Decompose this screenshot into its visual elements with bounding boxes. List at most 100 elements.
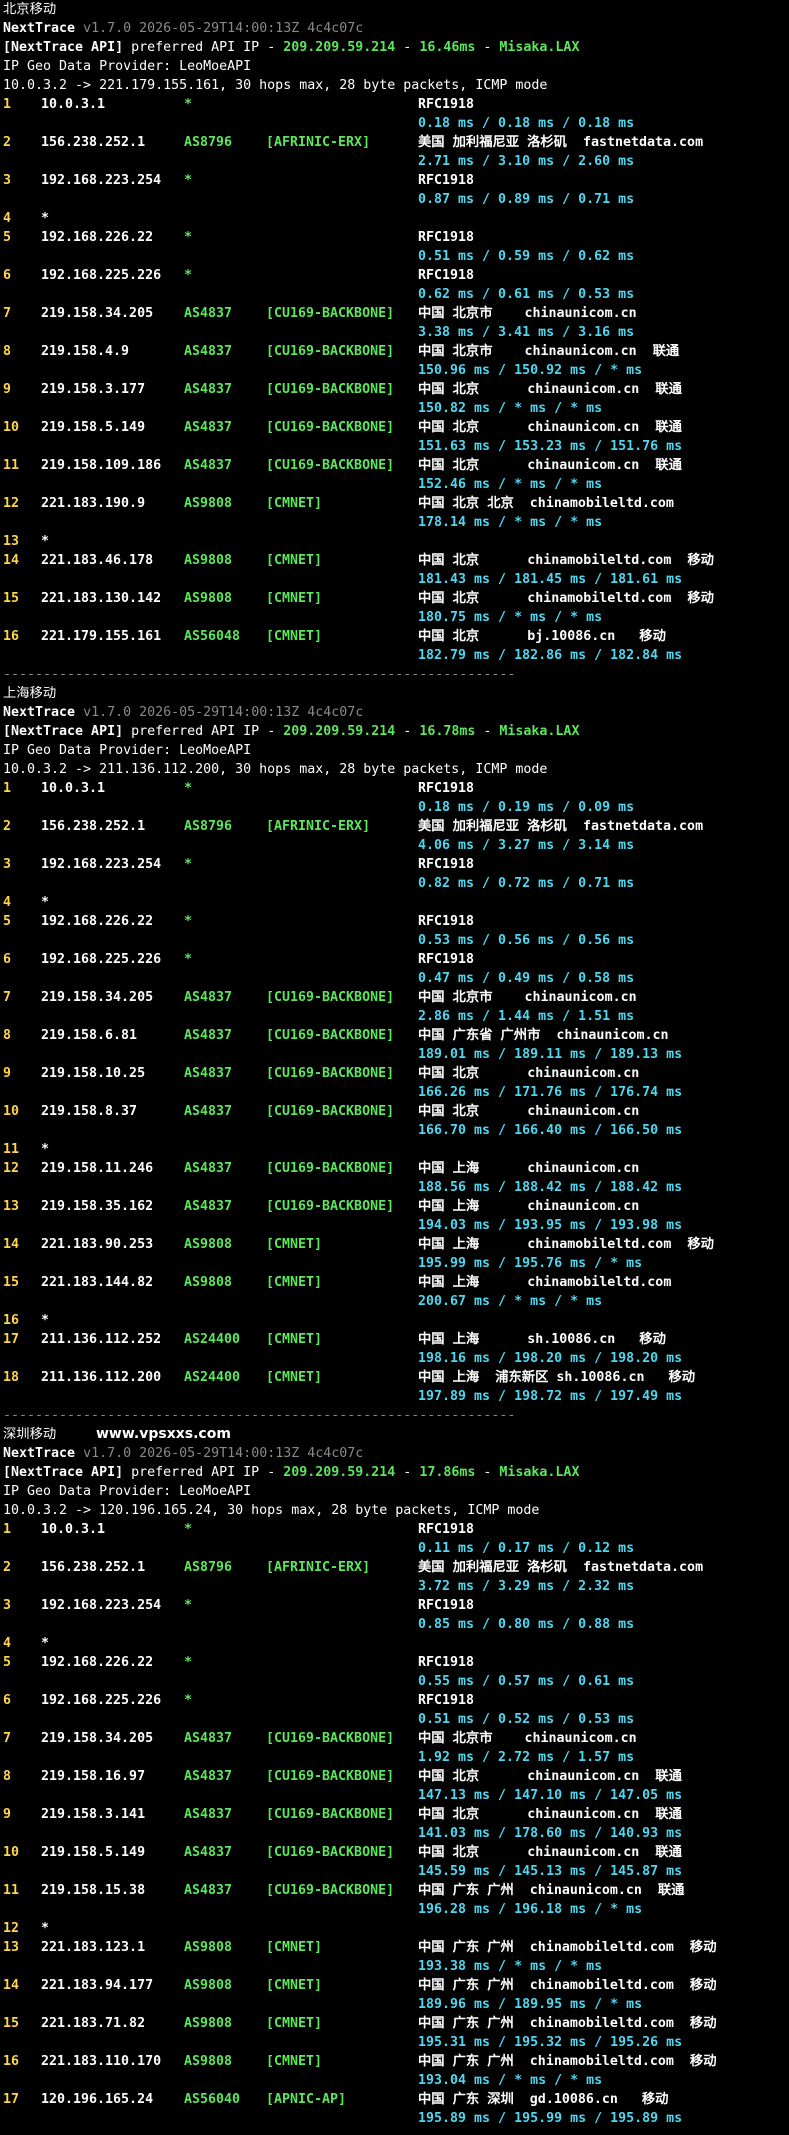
hop-number: 1 bbox=[3, 1522, 12, 1537]
hop-asn: AS9808 bbox=[184, 2054, 233, 2069]
hop-network-tag: [AFRINIC-ERX] bbox=[266, 1560, 371, 1575]
hop-rtt-row: 166.70 ms / 166.40 ms / 166.50 ms bbox=[3, 1121, 789, 1140]
hop-geo: 中国 上海 chinamobileltd.com bbox=[418, 1275, 672, 1290]
hop-number: 16 bbox=[3, 629, 20, 644]
hop-rtt: 150.82 ms / * ms / * ms bbox=[418, 401, 603, 416]
hop-asn: AS4837 bbox=[184, 306, 233, 321]
hop-geo: 中国 北京 chinaunicom.cn 联通 bbox=[418, 1769, 682, 1784]
hop-asn: AS4837 bbox=[184, 1769, 233, 1784]
api-tag: [NextTrace API] bbox=[3, 1465, 124, 1480]
hop-asn: AS4837 bbox=[184, 420, 233, 435]
hop-ip: 219.158.5.149 bbox=[41, 420, 146, 435]
hop-network-tag: [AFRINIC-ERX] bbox=[266, 819, 371, 834]
api-dash: - bbox=[395, 1465, 420, 1480]
hop-network-tag: [CMNET] bbox=[266, 1237, 323, 1252]
hop-asn: AS8796 bbox=[184, 1560, 233, 1575]
hop-rtt: 0.85 ms / 0.80 ms / 0.88 ms bbox=[418, 1617, 635, 1632]
hop-rtt: 4.06 ms / 3.27 ms / 3.14 ms bbox=[418, 838, 635, 853]
hop-geo: 中国 上海 chinaunicom.cn bbox=[418, 1199, 640, 1214]
hop-rtt: 0.55 ms / 0.57 ms / 0.61 ms bbox=[418, 1674, 635, 1689]
hop-rtt: 194.03 ms / 193.95 ms / 193.98 ms bbox=[418, 1218, 683, 1233]
api-mid: preferred API IP - bbox=[123, 724, 284, 739]
api-ip: 209.209.59.214 bbox=[283, 724, 396, 739]
hop-ip: 120.196.165.24 bbox=[41, 2092, 154, 2107]
hop-asn: AS9808 bbox=[184, 1275, 233, 1290]
hop-number: 1 bbox=[3, 781, 12, 796]
hop-number: 18 bbox=[3, 1370, 20, 1385]
hop-geo: 中国 北京市 chinaunicom.cn bbox=[418, 990, 637, 1005]
hop-number: 2 bbox=[3, 819, 12, 834]
hop-geo: 中国 北京 bj.10086.cn 移动 bbox=[418, 629, 666, 644]
hop-network-tag: [CMNET] bbox=[266, 591, 323, 606]
hop-rtt-row: 0.18 ms / 0.19 ms / 0.09 ms bbox=[3, 798, 789, 817]
hop-asn: AS4837 bbox=[184, 1845, 233, 1860]
hop-asn: AS4837 bbox=[184, 1731, 233, 1746]
hop-network-tag: [CU169-BACKBONE] bbox=[266, 1199, 395, 1214]
hop-ip: 221.179.155.161 bbox=[41, 629, 162, 644]
hop-number: 13 bbox=[3, 1199, 20, 1214]
hop-asn: AS9808 bbox=[184, 591, 233, 606]
hop-number: 2 bbox=[3, 135, 12, 150]
hop-row: 11 219.158.109.186 AS4837 [CU169-BACKBONE] 中… bbox=[3, 456, 789, 475]
hop-row: 9 219.158.3.177 AS4837 [CU169-BACKBONE] 中国 北… bbox=[3, 380, 789, 399]
hop-geo: 中国 北京 chinaunicom.cn bbox=[418, 1066, 640, 1081]
hop-geo: RFC1918 bbox=[418, 857, 475, 872]
hop-rtt-row: 0.18 ms / 0.18 ms / 0.18 ms bbox=[3, 114, 789, 133]
api-mid: preferred API IP - bbox=[123, 40, 284, 55]
hop-asn: AS9808 bbox=[184, 1237, 233, 1252]
hop-row: 15 221.183.71.82 AS9808 [CMNET] 中国 广东 广州 chi… bbox=[3, 2014, 789, 2033]
hop-ip: 211.136.112.252 bbox=[41, 1332, 162, 1347]
hop-row: 1 10.0.3.1 * RFC1918 bbox=[3, 1520, 789, 1539]
hop-network-tag: [CMNET] bbox=[266, 1978, 323, 1993]
hop-rtt: 196.28 ms / 196.18 ms / * ms bbox=[418, 1902, 643, 1917]
hop-rtt: 152.46 ms / * ms / * ms bbox=[418, 477, 603, 492]
hop-ip: 192.168.226.22 bbox=[41, 230, 154, 245]
hop-timeout: * bbox=[41, 1313, 50, 1328]
hop-network-tag: [CU169-BACKBONE] bbox=[266, 344, 395, 359]
hop-rtt: 0.87 ms / 0.89 ms / 0.71 ms bbox=[418, 192, 635, 207]
hop-number: 15 bbox=[3, 2016, 20, 2031]
hop-geo: RFC1918 bbox=[418, 781, 475, 796]
hop-rtt: 197.89 ms / 198.72 ms / 197.49 ms bbox=[418, 1389, 683, 1404]
hop-network-tag: [CU169-BACKBONE] bbox=[266, 1104, 395, 1119]
hop-asn: AS4837 bbox=[184, 1104, 233, 1119]
hop-rtt: 189.96 ms / 189.95 ms / * ms bbox=[418, 1997, 643, 2012]
api-node: Misaka.LAX bbox=[499, 1465, 580, 1480]
hop-ip: 221.183.94.177 bbox=[41, 1978, 154, 1993]
hop-rtt: 150.96 ms / 150.92 ms / * ms bbox=[418, 363, 643, 378]
hop-geo: 中国 北京 北京 chinamobileltd.com bbox=[418, 496, 674, 511]
hop-ip: 221.183.190.9 bbox=[41, 496, 146, 511]
hop-ip: 219.158.34.205 bbox=[41, 306, 154, 321]
hop-rtt-row: 194.03 ms / 193.95 ms / 193.98 ms bbox=[3, 1216, 789, 1235]
hop-asn: AS24400 bbox=[184, 1332, 241, 1347]
hop-network-tag: [CMNET] bbox=[266, 2016, 323, 2031]
hop-row: 5 192.168.226.22 * RFC1918 bbox=[3, 1653, 789, 1672]
hop-rtt-row: 195.99 ms / 195.76 ms / * ms bbox=[3, 1254, 789, 1273]
api-latency: 17.86ms bbox=[419, 1465, 476, 1480]
hop-rtt-row: 181.43 ms / 181.45 ms / 181.61 ms bbox=[3, 570, 789, 589]
hop-rtt-row: 0.55 ms / 0.57 ms / 0.61 ms bbox=[3, 1672, 789, 1691]
hop-rtt-row: 198.16 ms / 198.20 ms / 198.20 ms bbox=[3, 1349, 789, 1368]
hop-network-tag: [AFRINIC-ERX] bbox=[266, 135, 371, 150]
hop-asn: AS4837 bbox=[184, 1807, 233, 1822]
hop-row: 6 192.168.225.226 * RFC1918 bbox=[3, 950, 789, 969]
hop-rtt: 0.18 ms / 0.19 ms / 0.09 ms bbox=[418, 800, 635, 815]
hop-ip: 192.168.223.254 bbox=[41, 1598, 162, 1613]
hop-ip: 10.0.3.1 bbox=[41, 1522, 106, 1537]
hop-row: 9 219.158.10.25 AS4837 [CU169-BACKBONE] 中国 北… bbox=[3, 1064, 789, 1083]
hop-asn: AS9808 bbox=[184, 553, 233, 568]
hop-asn: * bbox=[184, 1693, 193, 1708]
hop-ip: 219.158.3.141 bbox=[41, 1807, 146, 1822]
hop-number: 5 bbox=[3, 230, 12, 245]
hop-ip: 221.183.46.178 bbox=[41, 553, 154, 568]
hop-number: 4 bbox=[3, 895, 12, 910]
hop-geo: 中国 北京 chinaunicom.cn 联通 bbox=[418, 1845, 682, 1860]
hop-rtt: 181.43 ms / 181.45 ms / 181.61 ms bbox=[418, 572, 683, 587]
hop-number: 7 bbox=[3, 990, 12, 1005]
hop-rtt-row: 141.03 ms / 178.60 ms / 140.93 ms bbox=[3, 1824, 789, 1843]
hop-geo: 中国 北京 chinamobileltd.com 移动 bbox=[418, 553, 714, 568]
hop-ip: 221.183.123.1 bbox=[41, 1940, 146, 1955]
hop-ip: 10.0.3.1 bbox=[41, 781, 106, 796]
api-node: Misaka.LAX bbox=[499, 40, 580, 55]
hop-number: 17 bbox=[3, 2092, 20, 2107]
